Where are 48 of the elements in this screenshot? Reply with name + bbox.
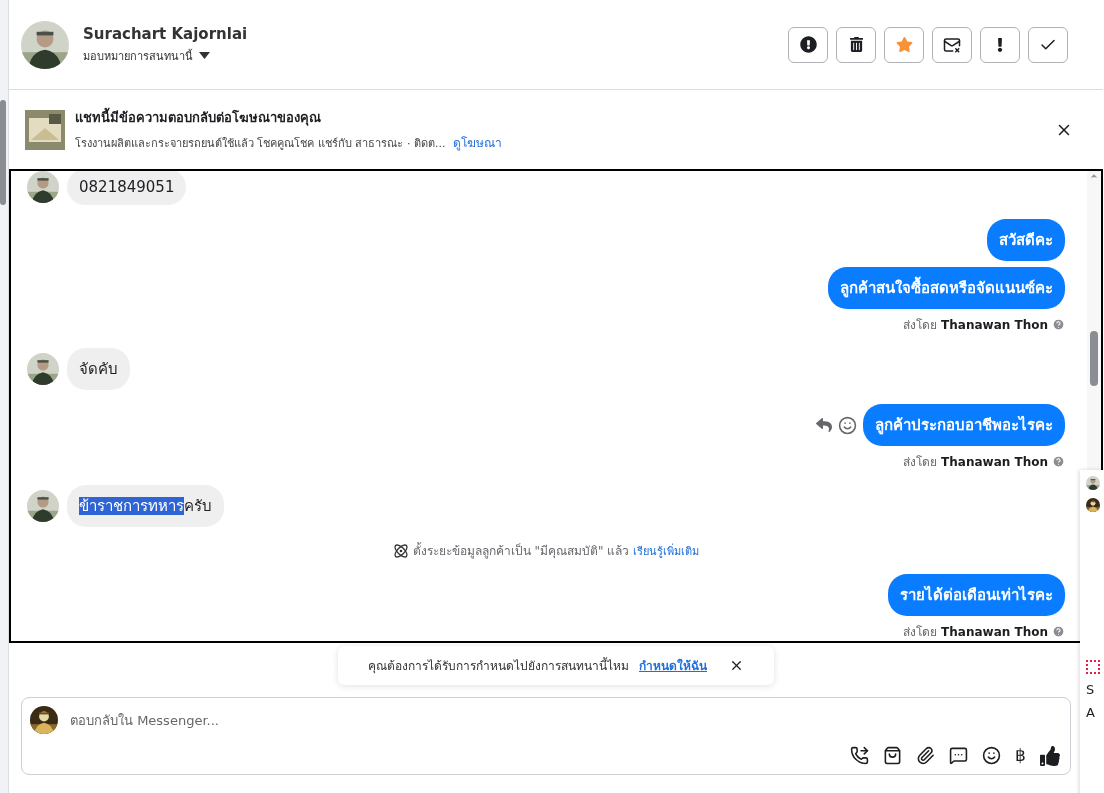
panel-text: S [1086, 682, 1096, 697]
scroll-up-icon[interactable] [1089, 171, 1099, 181]
view-ad-link[interactable]: ดูโฆษณา [453, 133, 503, 152]
mail-icon [943, 35, 961, 54]
caret-icon [199, 51, 210, 60]
learn-more-link[interactable]: เรียนรู้เพิ่มเติม [633, 541, 700, 560]
sender-label: ส่งโดย Thanawan Thon [903, 452, 1065, 471]
message-bubble: จัดคับ [67, 348, 130, 390]
attach-button[interactable] [916, 746, 935, 765]
ad-reply-title: แชทนี้มีข้อความตอบกลับต่อโฆษณาของคุณ [75, 107, 1045, 128]
assign-question: คุณต้องการได้รับการกำหนดไปยังการสนทนานี้ไหม [368, 656, 629, 675]
message-bubble: 0821849051 [67, 171, 187, 205]
call-button[interactable] [850, 746, 869, 765]
sender-label: ส่งโดย Thanawan Thon [903, 315, 1065, 334]
emoji-button[interactable] [982, 746, 1001, 765]
scrollbar-thumb[interactable] [0, 100, 6, 205]
close-button[interactable] [729, 658, 744, 673]
shop-button[interactable] [883, 746, 902, 765]
spam-button[interactable] [788, 26, 828, 63]
trash-icon [848, 37, 864, 52]
emoji-icon[interactable] [838, 415, 857, 435]
important-button[interactable] [980, 26, 1020, 63]
help-icon[interactable] [1052, 455, 1065, 468]
delete-button[interactable] [836, 26, 876, 63]
contact-name: Surachart Kajornlai [83, 24, 249, 43]
atom-icon [392, 542, 409, 559]
message-bubble: ข้าราชการทหารครับ [67, 485, 224, 527]
mark-unread-button[interactable] [932, 26, 972, 63]
reply-box[interactable]: ตอบกลับใน Messenger... ฿ [21, 697, 1071, 775]
star-button[interactable] [884, 26, 924, 63]
reply-icon[interactable] [816, 417, 832, 433]
message-bubble: ลูกค้าสนใจซื้อสดหรือจัดแนนซ์คะ [828, 267, 1065, 309]
help-icon[interactable] [1052, 318, 1065, 331]
payment-button[interactable]: ฿ [1015, 745, 1026, 766]
ad-description: โรงงานผลิตและกระจายรถยนต์ใช้แล้ว โชคคูณโชค แชร์กับ สาธารณะ · ติดต... [75, 135, 446, 152]
saved-replies-button[interactable] [949, 746, 968, 765]
like-button[interactable] [1040, 745, 1060, 766]
help-icon[interactable] [1052, 625, 1065, 638]
assign-to-me-link[interactable]: กำหนดให้ฉัน [639, 656, 707, 675]
assign-dropdown[interactable]: มอบหมายการสนทนานี้ [83, 46, 788, 65]
system-notice: ตั้งระยะข้อมูลลูกค้าเป็น "มีคุณสมบัติ" แล้ว [412, 541, 630, 560]
panel-text: A [1086, 705, 1096, 720]
message-bubble: ลูกค้าประกอบอาชีพอะไรคะ [863, 404, 1065, 446]
sender-label: ส่งโดย Thanawan Thon [903, 622, 1065, 641]
scrollbar-thumb[interactable] [1090, 331, 1098, 386]
message-bubble: รายได้ต่อเดือนเท่าไรคะ [888, 574, 1065, 616]
message-bubble: สวัสดีคะ [987, 219, 1065, 261]
star-icon [895, 36, 913, 53]
